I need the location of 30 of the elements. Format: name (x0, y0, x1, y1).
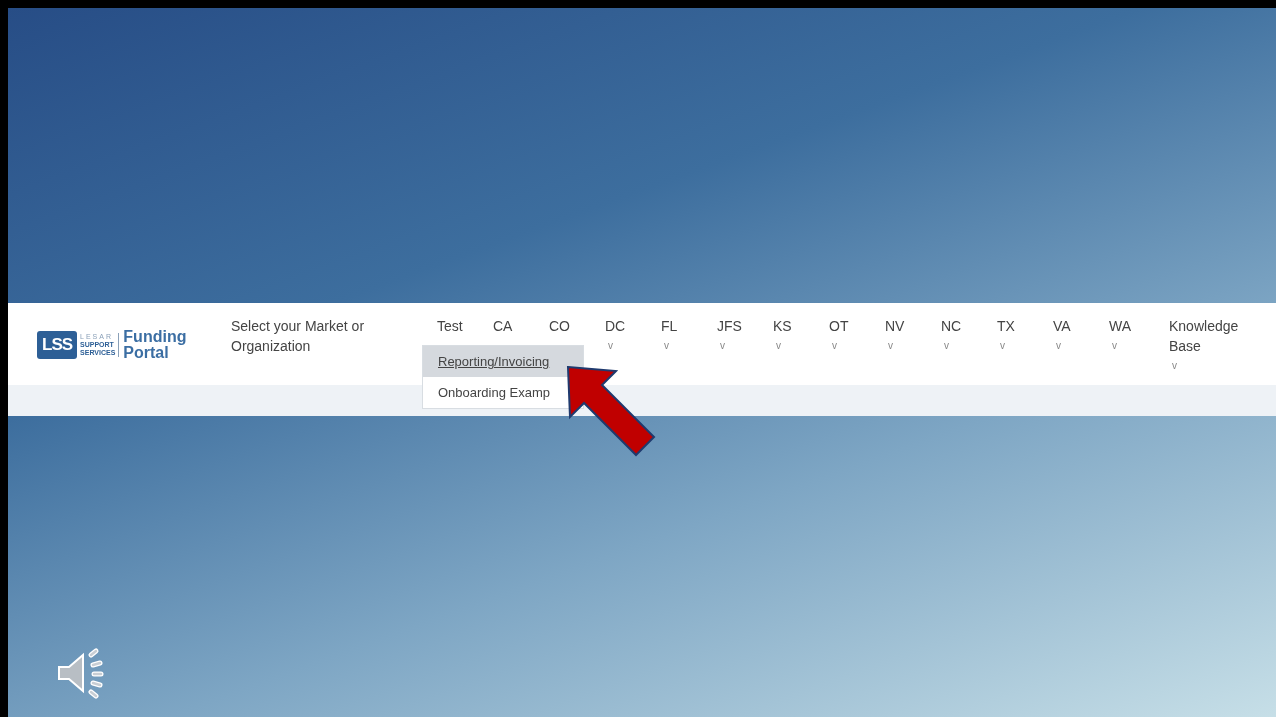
nav-menu[interactable]: KS (773, 316, 792, 336)
nav-menu[interactable]: DC (605, 316, 626, 336)
caret-icon: v (664, 336, 669, 356)
dropdown-item[interactable]: Reporting/Invoicing (423, 346, 583, 377)
caret-icon: v (720, 336, 725, 356)
caret-icon: v (832, 336, 837, 356)
caret-icon: v (608, 336, 613, 356)
nav-menu[interactable]: JFS (717, 316, 742, 336)
logo-title: Portal (123, 345, 169, 361)
caret-icon: v (1112, 336, 1117, 356)
market-prompt: Select your Market or Organization (231, 317, 366, 356)
nav-menu[interactable]: Test (437, 316, 463, 336)
nav-menu[interactable]: FL (661, 316, 678, 336)
logo-title: Funding (123, 329, 187, 345)
nav-menu[interactable]: VA (1053, 316, 1071, 336)
nav-menu[interactable]: TX (997, 316, 1015, 336)
logo-mark: LSS (37, 331, 78, 359)
caret-icon: v (1000, 336, 1005, 356)
caret-icon: v (1172, 356, 1177, 376)
caret-icon: v (1056, 336, 1061, 356)
nav-menu[interactable]: WA (1109, 316, 1132, 336)
caret-icon: v (944, 336, 949, 356)
nav-menu[interactable]: CA (493, 316, 513, 336)
nav-menu[interactable]: NC (941, 316, 962, 336)
nav-menu[interactable]: Knowledge Base (1169, 316, 1249, 356)
caret-icon: v (776, 336, 781, 356)
caret-icon: v (888, 336, 893, 356)
nav-menu[interactable]: CO (549, 316, 570, 336)
nav-menu[interactable]: NV (885, 316, 905, 336)
nav-menu[interactable]: OT (829, 316, 849, 336)
